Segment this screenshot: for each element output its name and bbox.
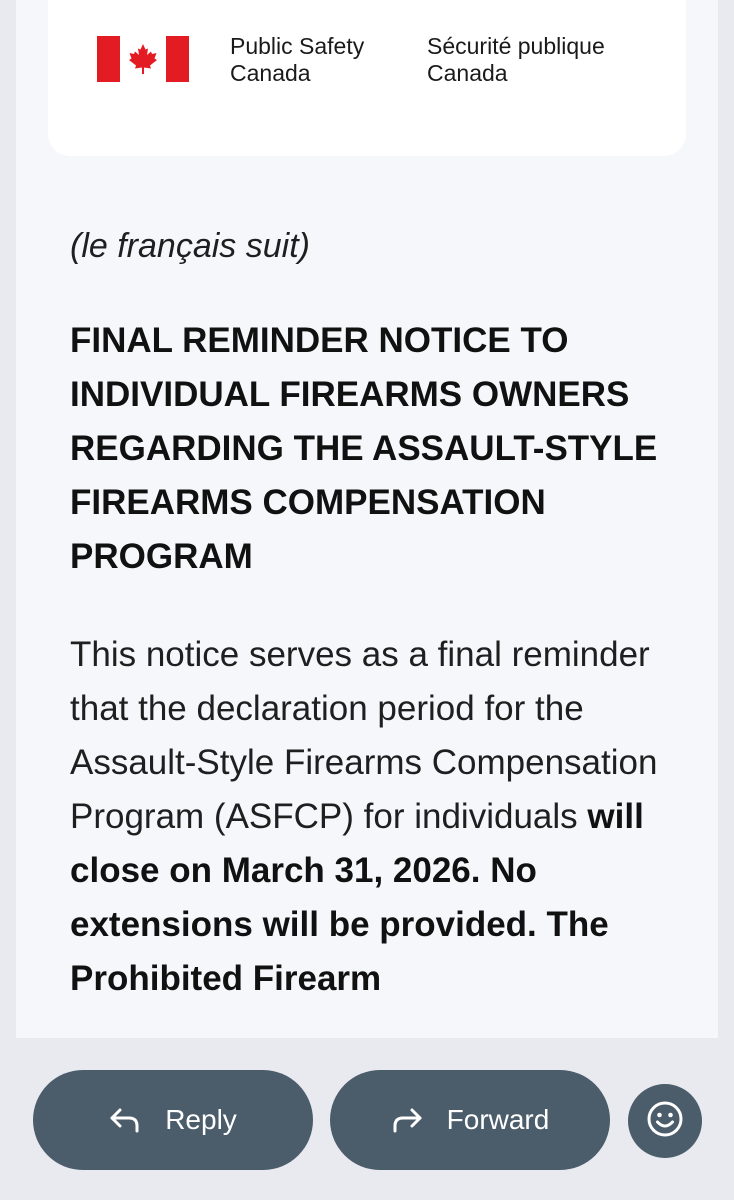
department-name-english: Public Safety Canada	[230, 33, 365, 86]
forward-button[interactable]: Forward	[330, 1070, 610, 1170]
emoji-reaction-button[interactable]	[628, 1084, 702, 1158]
notice-title: FINAL REMINDER NOTICE TO INDIVIDUAL FIRE…	[70, 321, 658, 576]
emoji-reaction-icon	[646, 1100, 684, 1143]
message-action-bar: Reply Forward	[0, 1038, 734, 1200]
reply-arrow-icon	[109, 1107, 141, 1133]
reply-button[interactable]: Reply	[33, 1070, 313, 1170]
notice-body: This notice serves as a final reminder t…	[70, 628, 710, 1006]
canada-flag-icon	[97, 36, 189, 82]
forward-arrow-icon	[391, 1107, 423, 1133]
department-name-french: Sécurité publique Canada	[427, 33, 605, 86]
body-text-regular: This notice serves as a final reminder t…	[70, 635, 658, 836]
forward-label: Forward	[446, 1104, 550, 1135]
email-message-card: Public Safety Canada Sécurité publique C…	[16, 0, 718, 1038]
language-note: (le français suit)	[70, 227, 310, 265]
reply-label: Reply	[165, 1104, 237, 1135]
sender-banner: Public Safety Canada Sécurité publique C…	[48, 0, 686, 156]
